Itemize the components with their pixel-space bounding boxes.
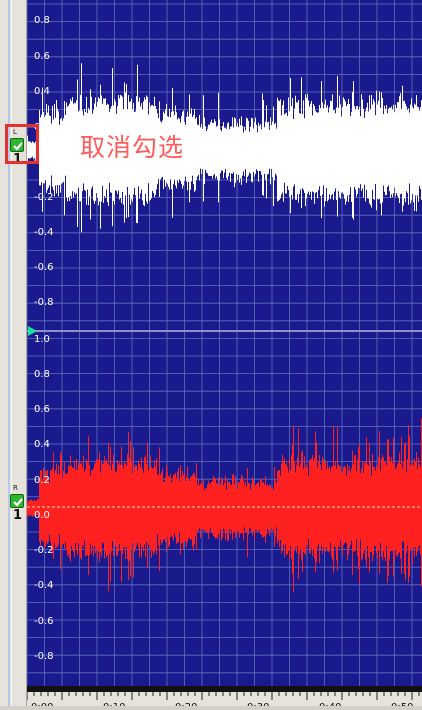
ruler-bar: [27, 686, 422, 692]
checkbox-highlight-frame: [5, 124, 39, 164]
amplitude-label: -0.2: [34, 192, 54, 203]
amplitude-label: 0.4: [34, 439, 50, 450]
amplitude-label: -0.4: [34, 580, 54, 591]
amplitude-label: -0.2: [34, 545, 54, 556]
ruler-time-label: 0:50: [391, 702, 413, 706]
amplitude-label: 0.6: [34, 404, 50, 415]
strip-divider-highlight: [11, 0, 12, 706]
amplitude-label: -0.4: [34, 227, 54, 238]
ruler-time-label: 0:00: [31, 702, 53, 706]
strip-divider: [8, 0, 10, 706]
amplitude-label: 0.0: [34, 510, 50, 521]
annotation-text: 取消勾选: [80, 133, 185, 162]
right-channel-number: 1: [13, 508, 23, 523]
ruler-time-label: 0:10: [103, 702, 125, 706]
checkmark-icon: [13, 498, 23, 507]
amplitude-label: 0.8: [34, 15, 50, 26]
amplitude-label: 0.4: [34, 86, 50, 97]
ruler-time-label: 0:30: [247, 702, 269, 706]
amplitude-label: -0.8: [34, 651, 54, 662]
right-channel-checkbox[interactable]: [10, 494, 24, 508]
amplitude-label: -0.8: [34, 297, 54, 308]
amplitude-label: 0.6: [34, 51, 50, 62]
amplitude-label: -0.6: [34, 616, 54, 627]
playhead-marker-icon[interactable]: [28, 326, 37, 336]
time-ruler-ticks: 0:00 0:10 0:20 0:30 0:40 0:50: [26, 686, 422, 710]
time-ruler[interactable]: 0:00 0:10 0:20 0:30 0:40 0:50: [26, 686, 422, 710]
amplitude-label: 0.8: [34, 369, 50, 380]
right-channel-letter: R: [13, 484, 18, 492]
ruler-time-label: 0:20: [175, 702, 197, 706]
amplitude-label: -0.6: [34, 262, 54, 273]
waveform-display[interactable]: [27, 0, 422, 686]
amplitude-label: 0.2: [34, 475, 50, 486]
ruler-time-label: 0:40: [319, 702, 341, 706]
track-control-strip: L 1 R 1: [0, 0, 27, 706]
